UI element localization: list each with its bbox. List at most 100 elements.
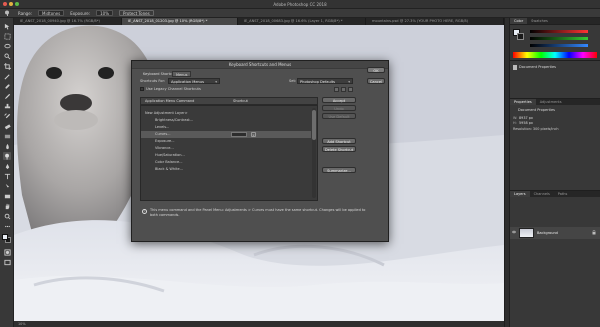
eyedropper-tool-icon[interactable] (3, 72, 11, 80)
shortcuts-for-select[interactable]: Application Menus ▾ (168, 78, 220, 84)
list-item-label: Curves... (155, 132, 171, 136)
set-select[interactable]: Photoshop Defaults ▾ (297, 78, 353, 84)
set-label: Set: (289, 79, 297, 83)
color-ramp[interactable] (513, 52, 597, 58)
layer-name[interactable]: Background (537, 231, 558, 235)
scrollbar-thumb[interactable] (312, 110, 316, 140)
move-tool-icon[interactable] (3, 22, 11, 30)
zoom-level[interactable]: 10% (18, 322, 26, 326)
tab-menus[interactable]: Menus (172, 71, 192, 77)
info-text: This menu command and the Panel Menu: Ad… (150, 208, 366, 217)
dodge-tool-icon-active[interactable] (3, 152, 11, 160)
list-header: Application Menu Command Shortcut (140, 97, 318, 105)
info-icon: i (142, 209, 147, 214)
doc-tab[interactable]: IE_ANST_2018_00683.jpg @ 16.6% (Layer 1,… (238, 18, 366, 25)
properties-panel: Properties Adjustments Document Properti… (510, 98, 600, 190)
doc-tab-active[interactable]: IE_ANST_2018_01203.jpg @ 10% (RGB/8*) * (122, 18, 238, 25)
window-title: Adobe Photoshop CC 2018 (273, 2, 327, 7)
range-select[interactable]: Midtones (38, 10, 65, 16)
tab-adjustments[interactable]: Adjustments (536, 99, 566, 105)
title-bar: Adobe Photoshop CC 2018 (0, 0, 600, 9)
clone-stamp-tool-icon[interactable] (3, 102, 11, 110)
list-item[interactable]: Color Balance... (141, 159, 311, 166)
bg-color-chip[interactable] (517, 33, 524, 40)
red-slider[interactable] (530, 30, 588, 33)
marquee-tool-icon[interactable] (3, 32, 11, 40)
crop-tool-icon[interactable] (3, 62, 11, 70)
more-tools-icon[interactable] (3, 222, 11, 230)
layer-row[interactable]: Background (510, 227, 600, 239)
status-bar: 10% (14, 321, 504, 327)
screen-mode-icon[interactable] (3, 258, 11, 266)
shortcut-input[interactable] (231, 132, 247, 137)
eraser-tool-icon[interactable] (3, 122, 11, 130)
doc-tab[interactable]: IE_ANST_2018_00940.jpg @ 16.7% (RGB/8*) (14, 18, 122, 25)
keyboard-shortcuts-dialog: Keyboard Shortcuts and Menus Keyboard Sh… (131, 60, 389, 242)
list-item[interactable]: Exposure... (141, 138, 311, 145)
quick-select-tool-icon[interactable] (3, 52, 11, 60)
exposure-field[interactable]: 10% (96, 10, 113, 16)
blue-slider[interactable] (530, 44, 588, 47)
pen-tool-icon[interactable] (3, 162, 11, 170)
chevron-down-icon: ▾ (215, 80, 217, 84)
accept-button[interactable]: Accept (322, 97, 356, 103)
range-label: Range: (18, 10, 33, 16)
green-slider[interactable] (530, 37, 588, 40)
col-command[interactable]: Application Menu Command (145, 99, 194, 103)
new-set-icon[interactable] (341, 87, 346, 92)
tab-properties[interactable]: Properties (510, 99, 536, 105)
ok-button[interactable]: OK (367, 67, 385, 73)
list-scrollbar[interactable] (312, 108, 316, 198)
shortcuts-list[interactable]: New Adjustment Layer> Brightness/Contras… (140, 105, 318, 201)
gradient-tool-icon[interactable] (3, 132, 11, 140)
rectangle-tool-icon[interactable] (3, 192, 11, 200)
foreground-color-swatch[interactable] (2, 234, 8, 240)
list-item[interactable]: Brightness/Contrast... (141, 117, 311, 124)
list-item[interactable]: Vibrance... (141, 145, 311, 152)
doc-tab[interactable]: mountains.psd @ 27.3% (YOUR PHOTO HERE, … (366, 18, 504, 25)
add-shortcut-button[interactable]: Add Shortcut (322, 138, 356, 144)
list-item[interactable]: Hue/Saturation... (141, 152, 311, 159)
zoom-tool-icon[interactable] (3, 212, 11, 220)
eye-icon[interactable] (511, 230, 517, 234)
brush-tool-icon[interactable] (3, 92, 11, 100)
shortcuts-for-value: Application Menus (171, 80, 204, 84)
list-item[interactable]: New Adjustment Layer> (141, 110, 311, 117)
history-brush-tool-icon[interactable] (3, 112, 11, 120)
legacy-checkbox-label[interactable]: Use Legacy Channel Shortcuts (146, 87, 201, 91)
quick-mask-icon[interactable] (3, 248, 11, 256)
clear-shortcut-button[interactable]: × (251, 132, 256, 137)
history-item[interactable]: Document Properties (519, 65, 556, 69)
blur-tool-icon[interactable] (3, 142, 11, 150)
tools-panel (0, 18, 14, 327)
dodge-tool-icon[interactable] (4, 10, 12, 16)
height-value: 5958 px (519, 121, 533, 125)
legacy-checkbox[interactable] (140, 87, 144, 91)
delete-set-icon[interactable] (348, 87, 353, 92)
list-item[interactable]: Black & White... (141, 166, 311, 173)
path-selection-tool-icon[interactable] (3, 182, 11, 190)
delete-shortcut-button[interactable]: Delete Shortcut (322, 146, 356, 152)
summarize-button[interactable]: Summarize... (322, 167, 356, 173)
cancel-button[interactable]: Cancel (367, 78, 385, 84)
tab-layers[interactable]: Layers (510, 191, 530, 197)
width-label: W: (513, 116, 518, 120)
use-default-button[interactable]: Use Default (322, 113, 356, 119)
list-item-selected[interactable]: Curves... × (141, 131, 311, 138)
col-shortcut[interactable]: Shortcut (233, 99, 248, 103)
tab-channels[interactable]: Channels (530, 191, 554, 197)
list-item[interactable]: Levels... (141, 124, 311, 131)
undo-button[interactable]: Undo (322, 105, 356, 111)
layer-thumbnail (519, 228, 534, 238)
hand-tool-icon[interactable] (3, 202, 11, 210)
type-tool-icon[interactable] (3, 172, 11, 180)
layers-tabs: Layers Channels Paths (510, 191, 600, 197)
chevron-down-icon: ▾ (348, 80, 350, 84)
healing-brush-tool-icon[interactable] (3, 82, 11, 90)
document-tabs: IE_ANST_2018_00940.jpg @ 16.7% (RGB/8*) … (14, 18, 504, 25)
tab-paths[interactable]: Paths (554, 191, 572, 197)
height-label: H: (513, 121, 517, 125)
save-set-icon[interactable] (334, 87, 339, 92)
lasso-tool-icon[interactable] (3, 42, 11, 50)
protect-tones-checkbox[interactable]: Protect Tones (119, 10, 154, 16)
